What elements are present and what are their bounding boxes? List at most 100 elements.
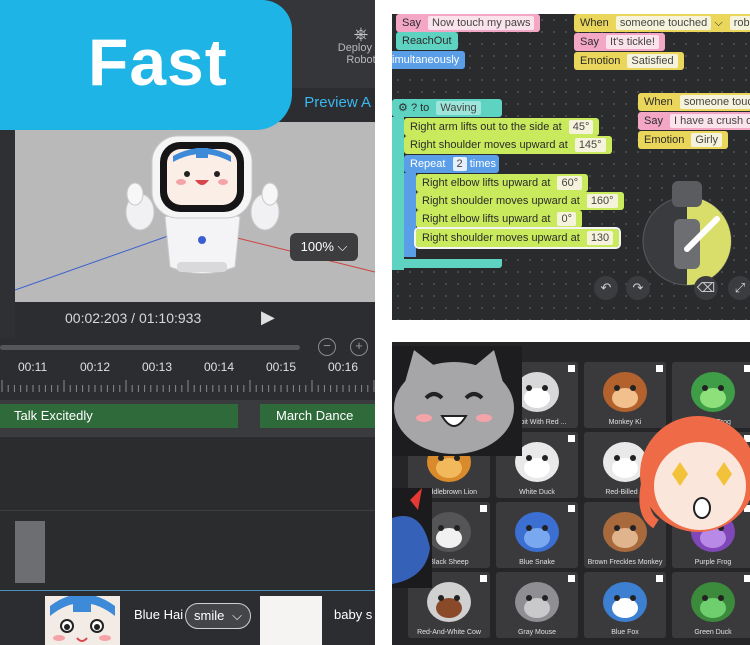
block-field[interactable]: 60° [557, 176, 583, 190]
block-label: Right shoulder moves upward at [422, 195, 580, 207]
select-checkbox[interactable] [744, 365, 750, 372]
block-field[interactable]: 130 [586, 231, 614, 245]
block-field[interactable]: Girly [691, 133, 723, 147]
say-block[interactable]: Say Now touch my paws [396, 14, 541, 32]
select-checkbox[interactable] [568, 575, 575, 582]
animal-face-icon [691, 372, 735, 412]
badge-text: Fast [88, 25, 228, 99]
block-field[interactable]: 0° [557, 212, 576, 226]
block-label: Right arm lifts out to the side at [410, 121, 562, 133]
face-cell[interactable]: Blue Snake [496, 502, 578, 568]
block-label: Right shoulder moves upward at [410, 139, 568, 151]
block-field[interactable]: 160° [586, 194, 618, 208]
select-checkbox[interactable] [480, 575, 487, 582]
face-thumbnail[interactable] [45, 596, 120, 645]
zoom-in-icon[interactable]: + [350, 338, 368, 356]
timeline-scrollbar[interactable] [0, 345, 300, 350]
action-track: Talk Excitedly March Dance [0, 400, 375, 436]
emotion-block[interactable]: Emotion Girly [638, 131, 729, 149]
clip-talk-excitedly[interactable]: Talk Excitedly [0, 404, 238, 428]
chevron-down-icon: ⌵ [232, 608, 242, 623]
girl-sticker-icon [639, 416, 750, 532]
block-coding-canvas[interactable]: Say Now touch my paws ReachOut imultaneo… [392, 14, 750, 320]
function-name-field[interactable]: Waving [436, 101, 481, 115]
block-label: to [420, 102, 430, 114]
animal-face-icon [691, 582, 735, 622]
redo-icon[interactable]: ↷ [626, 276, 650, 300]
zoom-value: 100% [300, 239, 334, 254]
block-label: Right shoulder moves upward at [422, 232, 580, 244]
reachout-block[interactable]: ReachOut [396, 32, 458, 50]
help-icon[interactable]: ? [411, 102, 417, 114]
select-checkbox[interactable] [480, 505, 487, 512]
select-checkbox[interactable] [568, 365, 575, 372]
expression-dropdown[interactable]: smile ⌵ [185, 603, 251, 629]
select-checkbox[interactable] [568, 505, 575, 512]
cat-sticker-icon [392, 346, 522, 456]
face-library-grid: Rabbit With Red ...Monkey KiGreen FrogSa… [392, 342, 750, 645]
face-cell[interactable]: Green Duck [672, 572, 750, 638]
arm-angle-dial-icon[interactable] [632, 179, 732, 289]
track-block[interactable] [15, 521, 45, 583]
arm-block[interactable]: Right arm lifts out to the side at 45° [404, 118, 600, 136]
block-field[interactable]: I have a crush or [670, 114, 750, 128]
block-field[interactable]: robo [729, 16, 750, 30]
emotion-block[interactable]: Emotion Satisfied [574, 52, 684, 70]
shoulder-block[interactable]: Right shoulder moves upward at 145° [404, 136, 612, 154]
block-field[interactable]: Satisfied [627, 54, 678, 68]
block-label: When [644, 96, 673, 108]
face-cell[interactable]: Blue Fox [584, 572, 666, 638]
shoulder-block[interactable]: Right shoulder moves upward at 160° [416, 192, 624, 210]
face-label: White Duck [519, 489, 555, 496]
say-block[interactable]: Say It's tickle! [574, 33, 665, 51]
tick-label: 00:16 [328, 360, 359, 374]
block-label: Right elbow lifts upward at [422, 177, 551, 189]
block-field[interactable]: 145° [574, 138, 606, 152]
block-field[interactable]: someone touc [679, 95, 750, 109]
face-cell[interactable]: Gray Mouse [496, 572, 578, 638]
deploy-to-robot-button[interactable]: ⎈ Deploy to Robot [336, 24, 375, 66]
elbow-block[interactable]: Right elbow lifts upward at 0° [416, 210, 582, 228]
simultaneously-block[interactable]: imultaneously [392, 51, 466, 69]
face-label: Gray Mouse [517, 629, 557, 636]
face-avatar-icon [50, 596, 115, 642]
tick-label: 00:15 [266, 360, 297, 374]
block-field[interactable]: It's tickle! [606, 35, 659, 49]
block-field[interactable]: Now touch my paws [428, 16, 535, 30]
repeat-block[interactable]: Repeat 2 times [404, 155, 499, 173]
block-label: times [469, 158, 497, 170]
block-label: Emotion [580, 55, 621, 67]
select-checkbox[interactable] [744, 575, 750, 582]
gear-icon[interactable]: ⚙ [398, 102, 408, 114]
robot-deploy-icon: ⎈ [353, 24, 369, 44]
block-field[interactable]: someone touched [615, 16, 712, 30]
timeline-ticks [1, 380, 375, 392]
select-checkbox[interactable] [656, 575, 663, 582]
shoulder-block-selected[interactable]: Right shoulder moves upward at 130 [413, 227, 622, 249]
face-label: Red-And-White Cow [417, 629, 481, 636]
robot-model-icon [15, 135, 375, 291]
face-label: Green Duck [694, 629, 732, 636]
repeat-count-field[interactable]: 2 [452, 157, 467, 171]
when-block[interactable]: When someone touched ⌵ robo [574, 14, 750, 32]
play-icon[interactable]: ▶ [261, 307, 275, 328]
undo-icon[interactable]: ↶ [594, 276, 618, 300]
expand-icon[interactable]: ⤢ [728, 276, 750, 300]
robot-3d-preview[interactable] [15, 122, 375, 302]
expression-track [0, 510, 375, 590]
playback-bar: 00:02:203 / 01:10:933 ▶ [15, 302, 375, 338]
face-thumbnail-2[interactable] [260, 596, 322, 645]
elbow-block[interactable]: Right elbow lifts upward at 60° [416, 174, 589, 192]
when-block[interactable]: When someone touc [638, 93, 750, 111]
select-checkbox[interactable] [568, 435, 575, 442]
zoom-dropdown[interactable]: 100% ⌵ [290, 233, 358, 261]
function-header-block[interactable]: ⚙ ? to Waving [392, 99, 502, 117]
block-field[interactable]: 45° [568, 120, 594, 134]
animal-face-icon [603, 582, 647, 622]
trash-icon[interactable]: ⌫ [694, 276, 718, 300]
preview-tab[interactable]: Preview A [304, 94, 371, 111]
select-checkbox[interactable] [656, 365, 663, 372]
clip-march-dance[interactable]: March Dance [260, 404, 375, 428]
say-block[interactable]: Say I have a crush or [638, 112, 750, 130]
zoom-out-icon[interactable]: − [318, 338, 336, 356]
